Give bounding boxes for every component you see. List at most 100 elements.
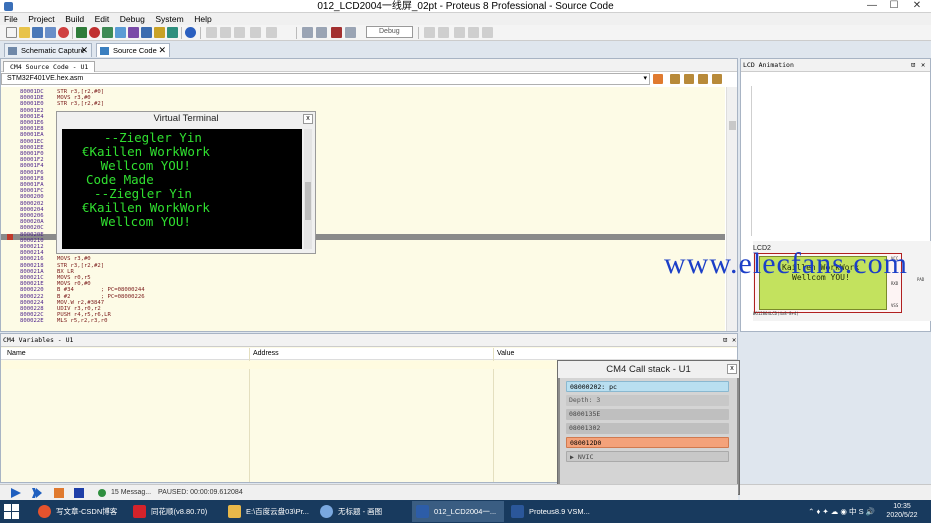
menu-debug[interactable]: Debug: [116, 13, 149, 25]
pin-icon[interactable]: ⊡: [911, 59, 915, 71]
lcd-animation-panel: LCD Animation ⊡ ✕ LCD2 Kaillen WorkWork …: [740, 58, 931, 332]
virtual-terminal-close-button[interactable]: x: [303, 114, 313, 124]
close-project-icon[interactable]: [58, 27, 69, 38]
step-icon[interactable]: [32, 488, 42, 498]
stop-build-icon[interactable]: [331, 27, 342, 38]
terminal-screen[interactable]: --Ziegler Yin €Kaillen WorkWork Wellcom …: [62, 129, 302, 249]
source-scroll-thumb[interactable]: [729, 121, 736, 130]
delete-icon[interactable]: [220, 27, 231, 38]
pcb-icon[interactable]: [115, 27, 126, 38]
step-into-icon[interactable]: [684, 74, 694, 84]
terminal-scroll-thumb[interactable]: [305, 182, 311, 220]
taskbar-item-csdn[interactable]: 写文章-CSDN博客: [34, 501, 126, 522]
maximize-button[interactable]: ☐: [883, 0, 905, 13]
document-tabs: Schematic Capture ✕ Source Code ✕: [0, 41, 931, 57]
pin-icon[interactable]: ⊡: [723, 334, 727, 346]
close-tab-icon[interactable]: ✕: [80, 44, 88, 57]
close-window-button[interactable]: ✕: [906, 0, 928, 13]
home-icon[interactable]: [76, 27, 87, 38]
lcd-pin-label: VSS: [891, 303, 899, 308]
call-stack-close-button[interactable]: x: [727, 364, 737, 374]
taskbar-item-proteus-project[interactable]: 012_LCD2004一...: [412, 501, 504, 522]
toolbar-separator: [72, 27, 73, 39]
schematic-tab-icon: [8, 47, 17, 55]
virtual-terminal-window: Virtual Terminal x --Ziegler Yin €Kaille…: [56, 111, 316, 254]
taskbar-item-tonghuashun[interactable]: 同花顺(v8.80.70): [129, 501, 221, 522]
menu-edit[interactable]: Edit: [91, 13, 114, 25]
redo-icon[interactable]: [438, 27, 449, 38]
windows-start-icon[interactable]: [4, 504, 19, 519]
comment-icon[interactable]: [468, 27, 479, 38]
messages-count[interactable]: 15 Messag...: [111, 485, 151, 501]
column-value[interactable]: Value: [497, 348, 514, 359]
folder-icon: [228, 505, 241, 518]
find-icon[interactable]: [266, 27, 277, 38]
stack-frame-current[interactable]: 08000202: pc: [566, 381, 729, 392]
stop-simulation-icon[interactable]: [74, 488, 84, 498]
tab-schematic-capture[interactable]: Schematic Capture ✕: [4, 43, 92, 57]
windows-taskbar: 写文章-CSDN博客 同花顺(v8.80.70) E:\百度云盘03\Pr...…: [0, 500, 931, 523]
column-name[interactable]: Name: [7, 348, 26, 359]
terminal-scrollbar[interactable]: [304, 129, 312, 249]
taskbar-item-paint[interactable]: 无标题 - 画图: [316, 501, 408, 522]
source-code-icon[interactable]: [167, 27, 178, 38]
menu-system[interactable]: System: [151, 13, 187, 25]
undo-icon[interactable]: [424, 27, 435, 38]
clean-icon[interactable]: [345, 27, 356, 38]
toolbar-separator: [418, 27, 419, 39]
panel-divider: [751, 86, 752, 236]
toggle-breakpoint-icon[interactable]: [712, 74, 722, 84]
close-panel-icon[interactable]: ✕: [732, 334, 736, 346]
chevron-down-icon: ▾: [643, 75, 647, 82]
rebuild-icon[interactable]: [316, 27, 327, 38]
menu-build[interactable]: Build: [61, 13, 88, 25]
step-over-icon[interactable]: [670, 74, 680, 84]
stop-icon[interactable]: [89, 27, 100, 38]
play-icon[interactable]: [11, 488, 21, 498]
menu-project[interactable]: Project: [24, 13, 58, 25]
toolbar-separator: [181, 27, 182, 39]
taskbar-item-explorer[interactable]: E:\百度云盘03\Pr...: [224, 501, 312, 522]
stack-frame[interactable]: 08001302: [566, 423, 729, 434]
stack-frame-selected[interactable]: 080012D0: [566, 437, 729, 448]
cut-icon[interactable]: [206, 27, 217, 38]
build-config-select[interactable]: Debug: [366, 26, 413, 38]
source-file-select[interactable]: STM32F401VE.hex.asm ▾: [1, 73, 650, 85]
minimize-button[interactable]: —: [861, 0, 883, 13]
status-bar-right: [740, 484, 931, 500]
taskbar-label: Proteus8.9 VSM...: [529, 507, 590, 516]
design-explorer-icon[interactable]: [141, 27, 152, 38]
gerber-icon[interactable]: [128, 27, 139, 38]
copy-icon[interactable]: [234, 27, 245, 38]
lcd-part-number: WG12864LCD(4x8-8+4): [753, 311, 799, 316]
paste-icon[interactable]: [250, 27, 261, 38]
new-file-icon[interactable]: [6, 27, 17, 38]
uncomment-icon[interactable]: [482, 27, 493, 38]
tab-source-code[interactable]: Source Code ✕: [96, 43, 170, 57]
indent-icon[interactable]: [454, 27, 465, 38]
menu-file[interactable]: File: [0, 13, 22, 25]
code-line[interactable]: 800022E MLS r5,r2,r3,r0: [1, 318, 725, 324]
pause-icon[interactable]: [54, 488, 64, 498]
stack-frame[interactable]: 0800135E: [566, 409, 729, 420]
nvic-expand-row[interactable]: ▶ NVIC: [566, 451, 729, 462]
close-tab-icon[interactable]: ✕: [158, 44, 166, 57]
save-icon[interactable]: [32, 27, 43, 38]
source-scrollbar[interactable]: [726, 87, 737, 331]
run-to-cursor-icon[interactable]: [653, 74, 663, 84]
menu-help[interactable]: Help: [190, 13, 215, 25]
bom-icon[interactable]: [154, 27, 165, 38]
help-icon[interactable]: [185, 27, 196, 38]
step-out-icon[interactable]: [698, 74, 708, 84]
schematic-icon[interactable]: [102, 27, 113, 38]
save-all-icon[interactable]: [45, 27, 56, 38]
taskbar-item-word[interactable]: Proteus8.9 VSM...: [507, 501, 599, 522]
source-pane-tab[interactable]: CM4 Source Code - U1: [3, 61, 96, 72]
close-panel-icon[interactable]: ✕: [921, 59, 925, 71]
build-icon[interactable]: [302, 27, 313, 38]
column-address[interactable]: Address: [253, 348, 279, 359]
taskbar-clock[interactable]: 10:35 2020/5/22: [879, 502, 925, 520]
taskbar-label: 同花顺(v8.80.70): [151, 507, 208, 516]
open-folder-icon[interactable]: [19, 27, 30, 38]
system-tray[interactable]: ⌃ ♦ ✦ ☁ ◉ 中 S 🔊: [808, 506, 875, 517]
